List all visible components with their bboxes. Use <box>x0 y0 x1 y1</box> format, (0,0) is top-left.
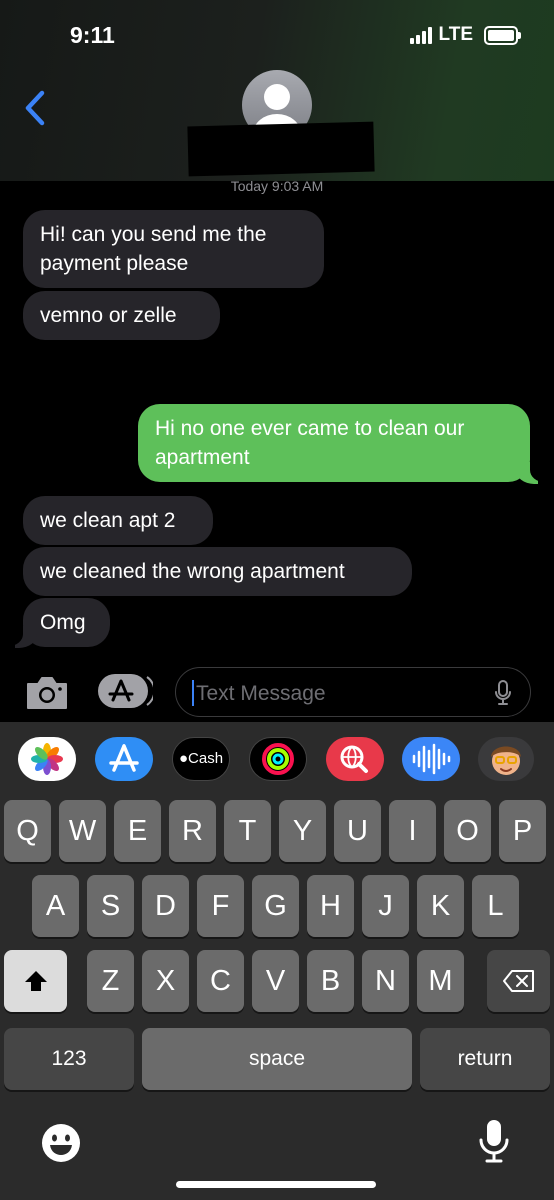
key-h[interactable]: H <box>307 875 354 937</box>
cellular-signal-icon <box>409 26 432 44</box>
message-line: payment please <box>40 252 189 275</box>
key-l[interactable]: L <box>472 875 519 937</box>
key-z[interactable]: Z <box>87 950 134 1012</box>
delete-key[interactable] <box>487 950 550 1012</box>
status-indicators: LTE <box>409 24 521 46</box>
message-line: vemno or zelle <box>40 304 177 327</box>
message-bubble-incoming[interactable]: vemno or zelle <box>23 291 220 340</box>
key-g[interactable]: G <box>252 875 299 937</box>
camera-icon[interactable] <box>24 673 70 711</box>
key-a[interactable]: A <box>32 875 79 937</box>
key-f[interactable]: F <box>197 875 244 937</box>
message-bubble-incoming[interactable]: we clean apt 2 <box>23 496 213 545</box>
app-store-icon[interactable] <box>95 737 153 781</box>
key-b[interactable]: B <box>307 950 354 1012</box>
outgoing-bubble-tail <box>516 456 548 484</box>
apple-cash-icon[interactable]: ●Cash <box>172 737 230 781</box>
key-m[interactable]: M <box>417 950 464 1012</box>
app-store-apps-icon[interactable] <box>97 673 153 709</box>
incoming-bubble-tail <box>5 620 37 648</box>
key-q[interactable]: Q <box>4 800 51 862</box>
message-line: we cleaned the wrong apartment <box>40 560 345 583</box>
key-t[interactable]: T <box>224 800 271 862</box>
apple-logo-icon: ● <box>178 750 189 767</box>
message-line: Hi! can you send me the <box>40 223 267 246</box>
key-c[interactable]: C <box>197 950 244 1012</box>
message-timestamp: Today 9:03 AM <box>230 178 324 194</box>
space-key[interactable]: space <box>142 1028 412 1090</box>
conversation-header: 9:11 LTE <box>0 0 554 181</box>
imessage-app-strip: ●Cash <box>0 722 554 798</box>
emoji-icon[interactable] <box>40 1122 82 1164</box>
photos-flower-icon[interactable] <box>18 737 76 781</box>
key-d[interactable]: D <box>142 875 189 937</box>
redacted-message-bubble[interactable] <box>22 342 205 390</box>
dictation-microphone-icon[interactable] <box>478 1118 510 1164</box>
key-o[interactable]: O <box>444 800 491 862</box>
network-type: LTE <box>438 24 473 45</box>
key-w[interactable]: W <box>59 800 106 862</box>
globe-search-icon[interactable] <box>326 737 384 781</box>
key-y[interactable]: Y <box>279 800 326 862</box>
dictation-mic-icon[interactable] <box>494 680 512 706</box>
return-key[interactable]: return <box>420 1028 550 1090</box>
key-k[interactable]: K <box>417 875 464 937</box>
contact-name-redaction[interactable] <box>187 121 375 177</box>
key-j[interactable]: J <box>362 875 409 937</box>
backspace-icon <box>502 970 534 992</box>
cash-label: Cash <box>188 750 224 767</box>
message-bubble-outgoing[interactable]: Hi no one ever came to clean our apartme… <box>138 404 530 482</box>
key-v[interactable]: V <box>252 950 299 1012</box>
key-n[interactable]: N <box>362 950 409 1012</box>
key-u[interactable]: U <box>334 800 381 862</box>
message-bubble-incoming[interactable]: Hi! can you send me the payment please <box>23 210 324 288</box>
message-input[interactable] <box>194 678 488 710</box>
back-chevron-icon[interactable] <box>18 88 54 128</box>
message-input-field[interactable] <box>175 667 531 717</box>
key-e[interactable]: E <box>114 800 161 862</box>
key-r[interactable]: R <box>169 800 216 862</box>
waveform-icon[interactable] <box>402 737 460 781</box>
message-line: Omg <box>40 611 86 634</box>
message-bubble-incoming[interactable]: we cleaned the wrong apartment <box>23 547 412 596</box>
key-x[interactable]: X <box>142 950 189 1012</box>
memoji-icon[interactable] <box>478 737 534 781</box>
keyboard: ●Cash Q W E R T Y U I O P A S D F G H J … <box>0 722 554 1200</box>
shift-key[interactable] <box>4 950 67 1012</box>
key-p[interactable]: P <box>499 800 546 862</box>
message-line: Hi no one ever came to clean our <box>155 417 465 440</box>
status-time: 9:11 <box>70 22 115 48</box>
home-indicator[interactable] <box>176 1181 376 1188</box>
numbers-key[interactable]: 123 <box>4 1028 134 1090</box>
activity-rings-icon[interactable] <box>249 737 307 781</box>
message-bubble-incoming[interactable]: Omg <box>23 598 110 647</box>
shift-arrow-icon <box>24 971 47 991</box>
key-s[interactable]: S <box>87 875 134 937</box>
battery-icon <box>484 25 521 45</box>
key-i[interactable]: I <box>389 800 436 862</box>
message-line: we clean apt 2 <box>40 509 176 532</box>
message-line: apartment <box>155 446 250 469</box>
